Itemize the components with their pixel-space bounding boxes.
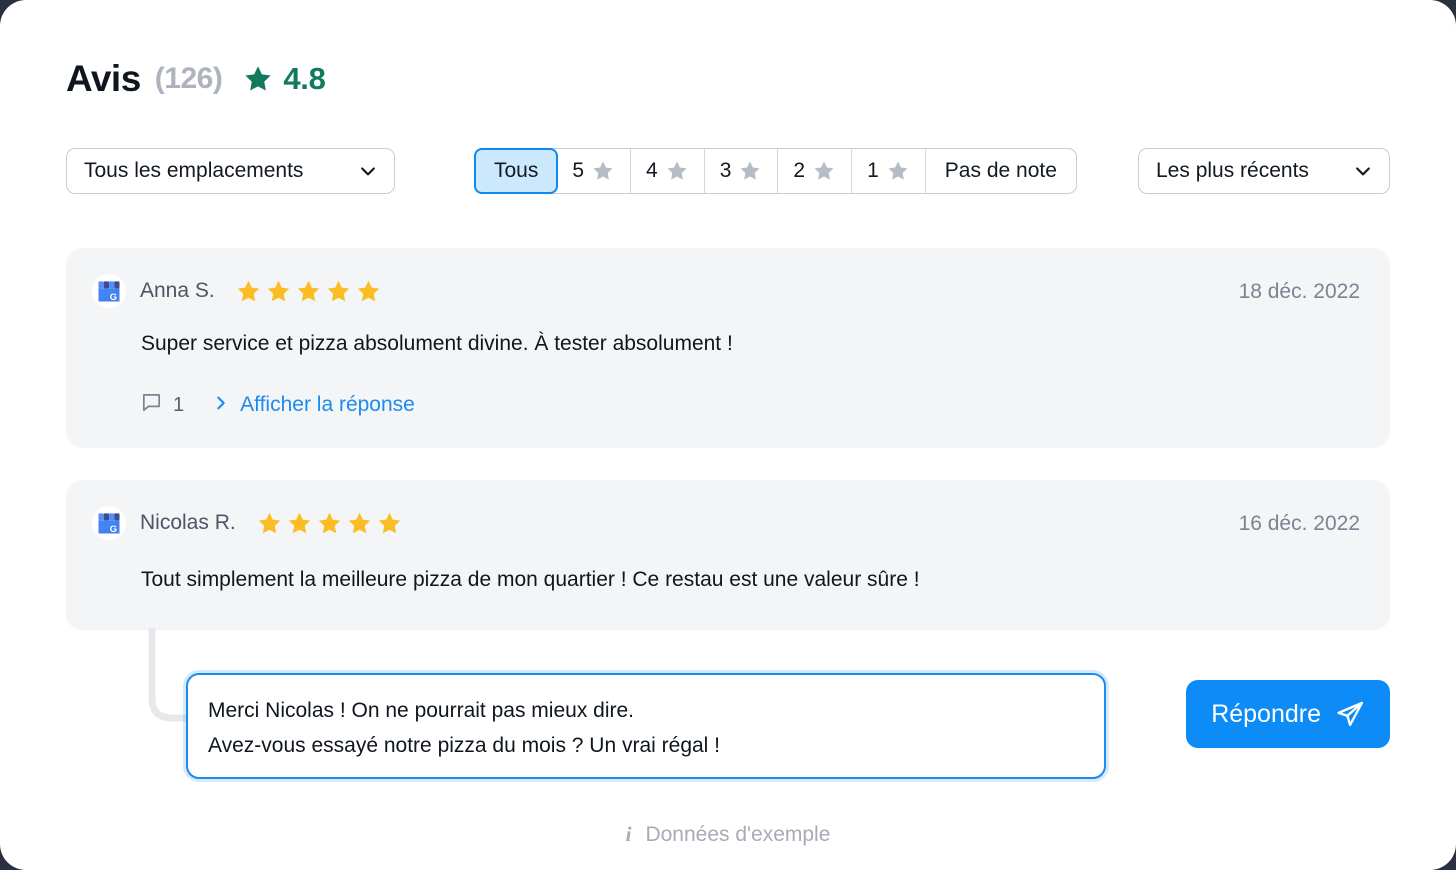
comment-count-group: 1 [140, 391, 184, 419]
star-icon [242, 63, 274, 95]
review-date: 16 déc. 2022 [1238, 512, 1360, 535]
rating-filter-label: 4 [646, 159, 658, 182]
review-text: Tout simplement la meilleure pizza de mo… [141, 568, 920, 591]
review-star-rating [256, 510, 403, 537]
rating-filter-4[interactable]: 4 [631, 149, 705, 193]
rating-filter-label: 2 [793, 159, 806, 182]
chevron-down-icon [358, 161, 378, 181]
send-paper-plane-icon [1335, 699, 1365, 729]
page-title: Avis [66, 58, 141, 99]
reply-button[interactable]: Répondre [1186, 680, 1390, 748]
google-business-profile-icon: G [92, 506, 126, 540]
info-icon: i [625, 822, 632, 846]
rating-filter-label: 1 [867, 159, 879, 182]
comment-bubble-icon [140, 391, 163, 419]
chevron-down-icon [1353, 161, 1373, 181]
rating-filter-label: Pas de note [944, 159, 1057, 182]
star-icon [591, 159, 615, 183]
star-icon [886, 159, 910, 183]
rating-filter-group: Tous 5 4 3 2 1 Pas de note [474, 148, 1077, 194]
show-reply-label: Afficher la réponse [240, 393, 415, 416]
rating-filter-3[interactable]: 3 [705, 149, 779, 193]
reviewer-name: Anna S. [140, 279, 215, 302]
show-reply-button[interactable]: Afficher la réponse [213, 393, 415, 418]
rating-filter-no-rating[interactable]: Pas de note [926, 149, 1076, 193]
rating-filter-label: Tous [494, 159, 539, 182]
google-business-profile-icon: G [92, 274, 126, 308]
reviews-panel: Avis (126) 4.8 Tous les emplacements Tou… [0, 0, 1456, 870]
review-text: Super service et pizza absolument divine… [141, 332, 733, 355]
sample-data-footer: i Données d'exemple [0, 822, 1456, 847]
review-actions: 1 Afficher la réponse [140, 391, 415, 419]
rating-filter-label: 3 [719, 159, 732, 182]
review-header: G Anna S. [92, 274, 382, 308]
locations-select[interactable]: Tous les emplacements [66, 148, 395, 194]
rating-filter-tous[interactable]: Tous [474, 148, 559, 194]
filter-bar: Tous les emplacements Tous 5 4 3 2 1 Pas… [66, 148, 1390, 194]
svg-text:G: G [110, 292, 117, 303]
review-card: G Anna S. 18 déc. 2022 Super service et … [66, 248, 1390, 448]
rating-value: 4.8 [283, 61, 326, 96]
review-date: 18 déc. 2022 [1238, 280, 1360, 303]
svg-text:G: G [110, 524, 117, 535]
review-header: G Nicolas R. [92, 506, 403, 540]
rating-filter-label: 5 [572, 159, 585, 182]
reviews-count: (126) [154, 62, 223, 95]
sample-data-label: Données d'exemple [645, 822, 831, 846]
average-rating: 4.8 [242, 61, 326, 97]
reply-textarea[interactable] [186, 673, 1106, 779]
sort-select[interactable]: Les plus récents [1138, 148, 1390, 194]
sort-select-value: Les plus récents [1156, 159, 1309, 182]
review-star-rating [235, 278, 382, 305]
chevron-right-icon [213, 393, 229, 418]
page-header: Avis (126) 4.8 [66, 58, 326, 100]
reply-composer: Répondre [186, 673, 1390, 779]
rating-filter-1[interactable]: 1 [852, 149, 926, 193]
star-icon [738, 159, 762, 183]
rating-filter-5[interactable]: 5 [557, 149, 632, 193]
star-icon [812, 159, 836, 183]
reply-button-label: Répondre [1211, 699, 1321, 728]
comment-count: 1 [173, 393, 185, 416]
locations-select-value: Tous les emplacements [84, 159, 304, 182]
star-icon [665, 159, 689, 183]
reviewer-name: Nicolas R. [140, 511, 236, 534]
review-card: G Nicolas R. 16 déc. 2022 Tout simplemen… [66, 480, 1390, 630]
rating-filter-2[interactable]: 2 [778, 149, 853, 193]
